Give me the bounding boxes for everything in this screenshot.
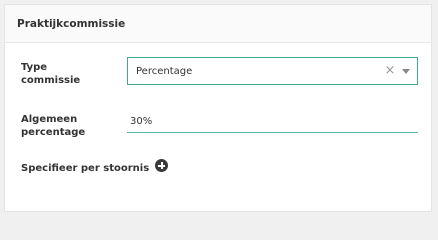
type-commissie-label-line2: commissie	[21, 75, 81, 86]
panel-header: Praktijkcommissie	[5, 5, 431, 43]
algemeen-percentage-label-line2: percentage	[21, 127, 86, 138]
algemeen-percentage-label: Algemeen percentage	[21, 113, 121, 139]
algemeen-percentage-row: Algemeen percentage	[21, 111, 418, 141]
specifieer-row: Specifieer per stoornis	[21, 157, 415, 177]
clear-icon[interactable]: ×	[384, 64, 396, 77]
algemeen-percentage-input[interactable]	[127, 111, 418, 133]
chevron-down-icon[interactable]	[402, 68, 410, 74]
algemeen-percentage-label-line1: Algemeen	[21, 114, 78, 125]
type-commissie-selected-value: Percentage	[136, 65, 193, 77]
type-commissie-label: Type commissie	[21, 61, 121, 87]
praktijkcommissie-panel: Praktijkcommissie Type commissie Percent…	[4, 4, 432, 212]
type-commissie-select[interactable]: Percentage ×	[127, 57, 418, 85]
specifieer-label: Specifieer per stoornis	[21, 163, 150, 174]
panel-title: Praktijkcommissie	[17, 17, 126, 30]
plus-circle-icon[interactable]	[155, 159, 168, 172]
type-commissie-row: Type commissie Percentage ×	[21, 57, 418, 87]
type-commissie-label-line1: Type	[21, 62, 48, 73]
